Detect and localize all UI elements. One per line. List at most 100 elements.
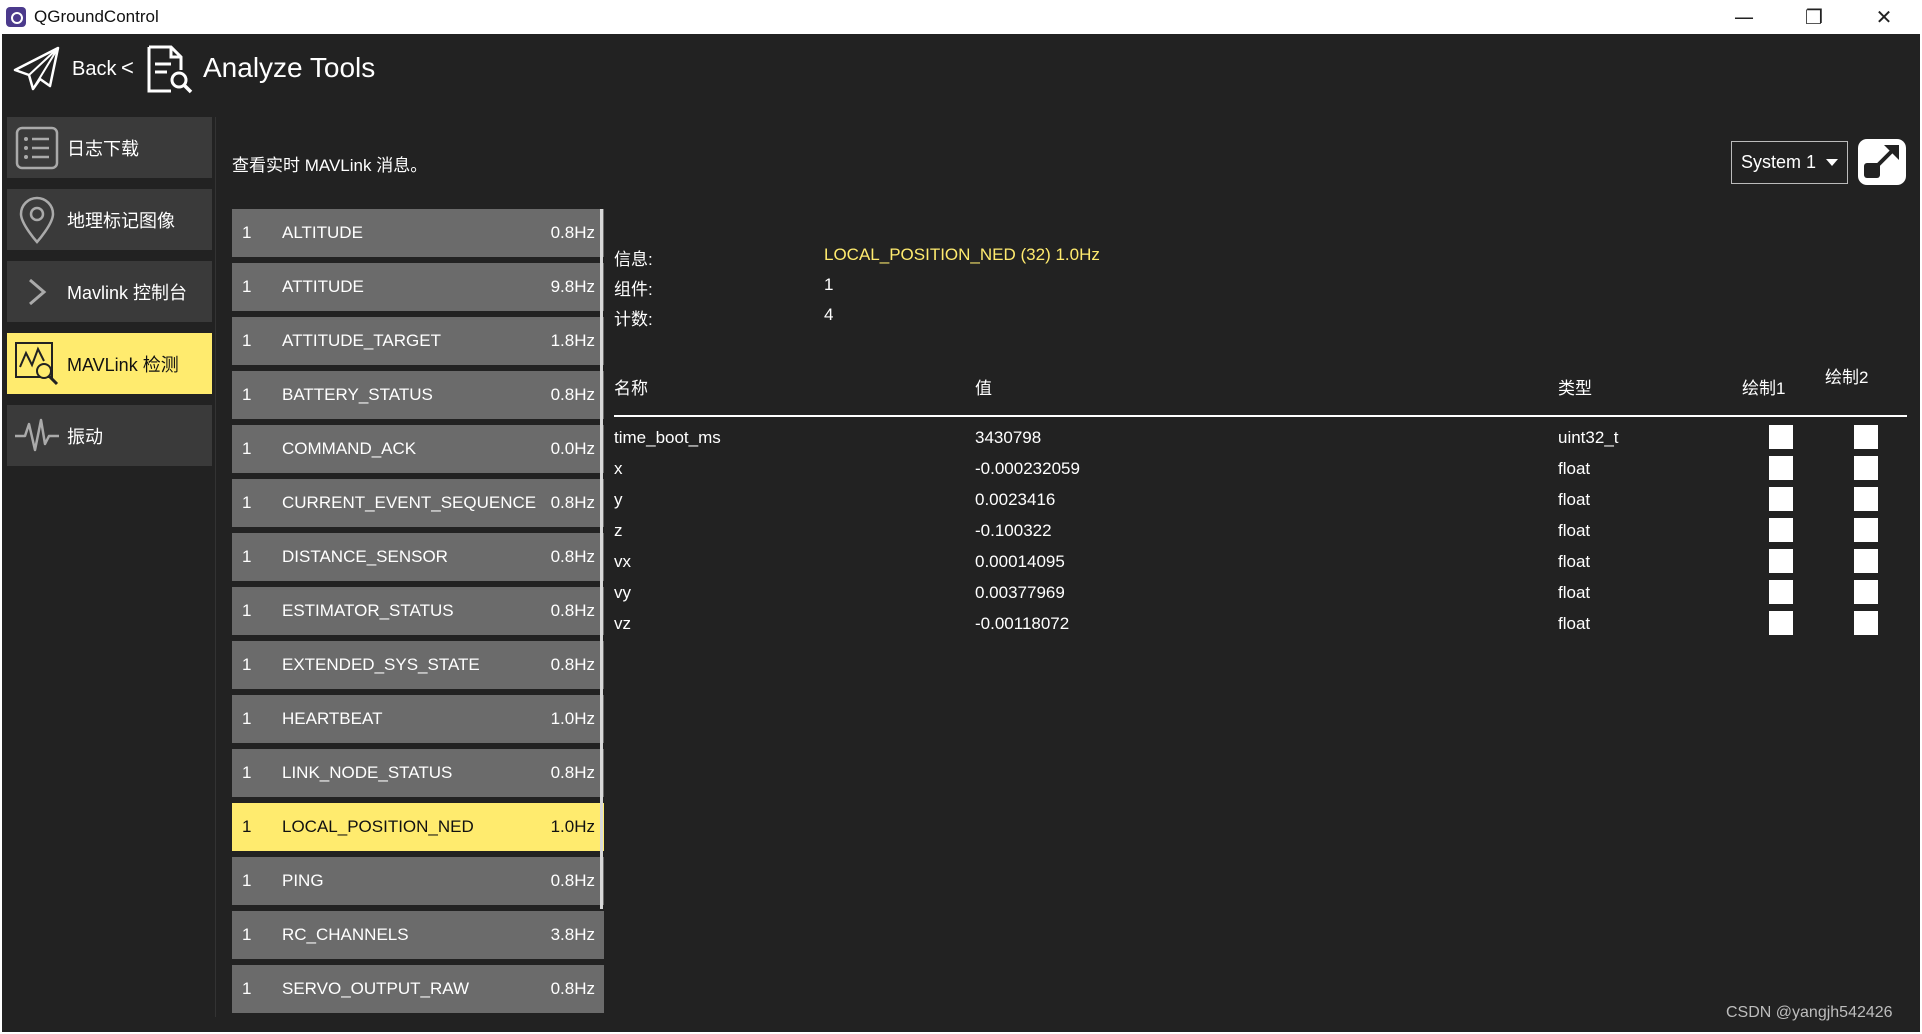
message-component-id: 1 <box>242 493 252 512</box>
plot1-checkbox[interactable] <box>1769 425 1793 449</box>
plot1-checkbox[interactable] <box>1769 549 1793 573</box>
back-button[interactable]: Back <box>72 58 116 81</box>
plot1-checkbox[interactable] <box>1769 580 1793 604</box>
sidebar-item-label: 日志下载 <box>67 138 139 159</box>
message-component-id: 1 <box>242 817 252 836</box>
field-type: float <box>1558 521 1591 540</box>
message-component-id: 1 <box>242 925 252 944</box>
component-label: 组件: <box>614 280 653 299</box>
minimize-button[interactable]: — <box>1710 0 1778 34</box>
message-item-ping[interactable]: 1 PING 0.8Hz <box>232 857 604 905</box>
close-button[interactable]: ✕ <box>1850 0 1918 34</box>
sidebar-item-log-download[interactable]: 日志下载 <box>7 117 212 178</box>
message-name: ALTITUDE <box>282 223 363 242</box>
qgc-app-icon <box>6 7 26 27</box>
message-item-battery-status[interactable]: 1 BATTERY_STATUS 0.8Hz <box>232 371 604 419</box>
caret-down-icon <box>1826 159 1838 166</box>
plot2-checkbox[interactable] <box>1854 425 1878 449</box>
message-component-id: 1 <box>242 547 252 566</box>
field-name: vy <box>614 583 631 602</box>
message-list: 1 ALTITUDE 0.8Hz 1 ATTITUDE 9.8Hz 1 ATTI… <box>232 209 604 1019</box>
message-name: HEARTBEAT <box>282 709 383 728</box>
field-type: float <box>1558 490 1591 509</box>
message-name: LOCAL_POSITION_NED <box>282 817 474 836</box>
field-value: -0.00118072 <box>975 614 1070 633</box>
paper-plane-icon[interactable] <box>12 44 62 94</box>
message-name: BATTERY_STATUS <box>282 385 433 404</box>
message-name: LINK_NODE_STATUS <box>282 763 453 782</box>
message-list-scrollbar[interactable] <box>600 209 603 909</box>
message-rate: 0.8Hz <box>550 223 595 242</box>
field-type: uint32_t <box>1558 428 1619 447</box>
system-select[interactable]: System 1 <box>1731 141 1848 184</box>
plot1-checkbox[interactable] <box>1769 456 1793 480</box>
component-value: 1 <box>824 275 834 294</box>
column-header-plot1: 绘制1 <box>1742 379 1786 398</box>
message-item-distance-sensor[interactable]: 1 DISTANCE_SENSOR 0.8Hz <box>232 533 604 581</box>
plot2-checkbox[interactable] <box>1854 518 1878 542</box>
message-name: ATTITUDE <box>282 277 364 296</box>
message-item-altitude[interactable]: 1 ALTITUDE 0.8Hz <box>232 209 604 257</box>
field-value: 0.00377969 <box>975 583 1065 602</box>
page-title: Analyze Tools <box>203 52 376 83</box>
sidebar-item-label: 振动 <box>67 426 103 447</box>
message-component-id: 1 <box>242 331 252 350</box>
map-pin-icon <box>19 196 55 244</box>
message-name: DISTANCE_SENSOR <box>282 547 448 566</box>
message-item-heartbeat[interactable]: 1 HEARTBEAT 1.0Hz <box>232 695 604 743</box>
message-item-rc-channels[interactable]: 1 RC_CHANNELS 3.8Hz <box>232 911 604 959</box>
field-value: 3430798 <box>975 428 1042 447</box>
field-type: float <box>1558 583 1591 602</box>
plot2-checkbox[interactable] <box>1854 487 1878 511</box>
plot1-checkbox[interactable] <box>1769 611 1793 635</box>
message-item-servo-output-raw[interactable]: 1 SERVO_OUTPUT_RAW 0.8Hz <box>232 965 604 1013</box>
message-item-local-position-ned[interactable]: 1 LOCAL_POSITION_NED 1.0Hz <box>232 803 604 851</box>
message-rate: 1.0Hz <box>550 709 595 728</box>
message-rate: 0.8Hz <box>550 871 595 890</box>
plot1-checkbox[interactable] <box>1769 518 1793 542</box>
sidebar-item-mavlink-inspector[interactable]: MAVLink 检测 <box>7 333 212 394</box>
message-name: CURRENT_EVENT_SEQUENCE <box>282 493 537 512</box>
document-search-icon <box>147 45 193 94</box>
watermark-text: CSDN @yangjh542426 <box>1726 1004 1893 1021</box>
maximize-button[interactable]: ❐ <box>1780 0 1848 34</box>
info-value: LOCAL_POSITION_NED (32) 1.0Hz <box>824 245 1100 264</box>
plot2-checkbox[interactable] <box>1854 549 1878 573</box>
message-item-attitude[interactable]: 1 ATTITUDE 9.8Hz <box>232 263 604 311</box>
message-rate: 9.8Hz <box>550 277 595 296</box>
message-item-current-event-sequence[interactable]: 1 CURRENT_EVENT_SEQUENCE 0.8Hz <box>232 479 604 527</box>
message-item-attitude-target[interactable]: 1 ATTITUDE_TARGET 1.8Hz <box>232 317 604 365</box>
popout-window-button[interactable] <box>1858 139 1906 185</box>
message-component-id: 1 <box>242 385 252 404</box>
sidebar-item-vibration[interactable]: 振动 <box>7 405 212 466</box>
field-value: 0.0023416 <box>975 490 1056 509</box>
column-header-type: 类型 <box>1558 379 1592 398</box>
message-item-estimator-status[interactable]: 1 ESTIMATOR_STATUS 0.8Hz <box>232 587 604 635</box>
field-name: vz <box>614 614 631 633</box>
message-item-link-node-status[interactable]: 1 LINK_NODE_STATUS 0.8Hz <box>232 749 604 797</box>
message-rate: 0.8Hz <box>550 979 595 998</box>
toolbar-header: Back < Analyze Tools <box>2 34 1920 108</box>
count-value: 4 <box>824 305 834 324</box>
message-item-command-ack[interactable]: 1 COMMAND_ACK 0.0Hz <box>232 425 604 473</box>
chevron-right-icon <box>29 278 47 305</box>
message-name: ESTIMATOR_STATUS <box>282 601 454 620</box>
plot1-checkbox[interactable] <box>1769 487 1793 511</box>
sidebar-item-label: MAVLink 检测 <box>67 354 179 375</box>
chart-search-icon <box>15 341 59 385</box>
message-rate: 0.8Hz <box>550 655 595 674</box>
message-name: SERVO_OUTPUT_RAW <box>282 979 470 998</box>
sidebar-item-mavlink-console[interactable]: Mavlink 控制台 <box>7 261 212 322</box>
message-component-id: 1 <box>242 655 252 674</box>
message-rate: 3.8Hz <box>550 925 595 944</box>
table-row: x -0.000232059 float <box>614 455 1910 486</box>
plot2-checkbox[interactable] <box>1854 611 1878 635</box>
message-item-extended-sys-state[interactable]: 1 EXTENDED_SYS_STATE 0.8Hz <box>232 641 604 689</box>
message-component-id: 1 <box>242 709 252 728</box>
plot2-checkbox[interactable] <box>1854 580 1878 604</box>
plot2-checkbox[interactable] <box>1854 456 1878 480</box>
message-name: COMMAND_ACK <box>282 439 417 458</box>
sidebar-item-geotag-images[interactable]: 地理标记图像 <box>7 189 212 250</box>
info-label: 信息: <box>614 250 653 269</box>
breadcrumb-separator: < <box>121 55 134 80</box>
